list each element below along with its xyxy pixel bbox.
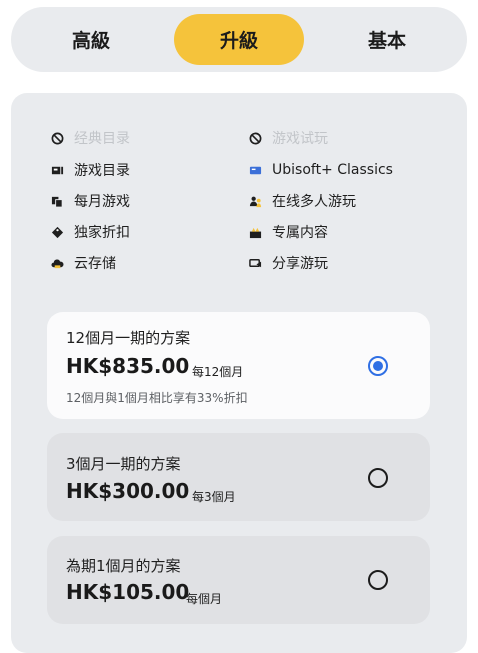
feature-monthly-games: 每月游戏 bbox=[50, 191, 130, 211]
feature-game-trials: 游戏试玩 bbox=[248, 128, 328, 148]
unavailable-icon bbox=[248, 131, 262, 145]
plan-period: 每3個月 bbox=[192, 490, 236, 504]
unavailable-icon bbox=[50, 131, 64, 145]
game-catalog-icon bbox=[50, 163, 64, 177]
feature-classics-catalog: 经典目录 bbox=[50, 128, 130, 148]
plan-option-3-months[interactable]: 3個月一期的方案 HK$300.00 每3個月 bbox=[47, 433, 430, 521]
exclusive-content-icon bbox=[248, 225, 262, 239]
plan-radio-selected[interactable] bbox=[368, 356, 388, 376]
plan-option-1-month[interactable]: 為期1個月的方案 HK$105.00 每個月 bbox=[47, 536, 430, 624]
feature-label: 分享游玩 bbox=[272, 256, 328, 272]
feature-exclusive-content: 专属内容 bbox=[248, 222, 328, 242]
plan-title: 12個月一期的方案 bbox=[66, 329, 191, 347]
feature-label: 独家折扣 bbox=[74, 225, 130, 241]
ubisoft-classics-icon bbox=[248, 163, 262, 177]
feature-ubisoft-classics: Ubisoft+ Classics bbox=[248, 160, 393, 180]
online-multiplayer-icon bbox=[248, 194, 262, 208]
plan-title: 為期1個月的方案 bbox=[66, 557, 181, 575]
plan-price: HK$105.00 bbox=[66, 580, 190, 604]
feature-online-multiplayer: 在线多人游玩 bbox=[248, 191, 356, 211]
feature-label: 游戏试玩 bbox=[272, 131, 328, 147]
feature-label: 在线多人游玩 bbox=[272, 194, 356, 210]
discount-tag-icon bbox=[50, 225, 64, 239]
plan-price: HK$835.00 bbox=[66, 354, 190, 378]
feature-label: 游戏目录 bbox=[74, 163, 130, 179]
tab-essential[interactable]: 基本 bbox=[322, 14, 452, 65]
feature-game-catalog: 游戏目录 bbox=[50, 160, 130, 180]
plan-price: HK$300.00 bbox=[66, 479, 190, 503]
plan-option-12-months[interactable]: 12個月一期的方案 HK$835.00 每12個月 12個月與1個月相比享有33… bbox=[47, 312, 430, 419]
feature-label: 每月游戏 bbox=[74, 194, 130, 210]
feature-share-play: 分享游玩 bbox=[248, 253, 328, 273]
share-play-icon bbox=[248, 256, 262, 270]
plan-period: 每個月 bbox=[186, 592, 223, 606]
feature-label: 专属内容 bbox=[272, 225, 328, 241]
monthly-games-icon bbox=[50, 194, 64, 208]
plan-discount-note: 12個月與1個月相比享有33%折扣 bbox=[66, 391, 248, 405]
plan-tier-tabs: 高級 升級 基本 bbox=[11, 7, 467, 72]
plan-title: 3個月一期的方案 bbox=[66, 455, 181, 473]
tab-extra[interactable]: 升級 bbox=[174, 14, 304, 65]
tab-premium[interactable]: 高級 bbox=[26, 14, 156, 65]
feature-label: 云存储 bbox=[74, 256, 116, 272]
feature-label: Ubisoft+ Classics bbox=[272, 162, 393, 178]
feature-cloud-storage: 云存储 bbox=[50, 253, 116, 273]
cloud-storage-icon bbox=[50, 256, 64, 270]
plan-radio[interactable] bbox=[368, 468, 388, 488]
plan-period: 每12個月 bbox=[192, 365, 244, 379]
plan-radio[interactable] bbox=[368, 570, 388, 590]
feature-exclusive-discount: 独家折扣 bbox=[50, 222, 130, 242]
feature-label: 经典目录 bbox=[74, 131, 130, 147]
